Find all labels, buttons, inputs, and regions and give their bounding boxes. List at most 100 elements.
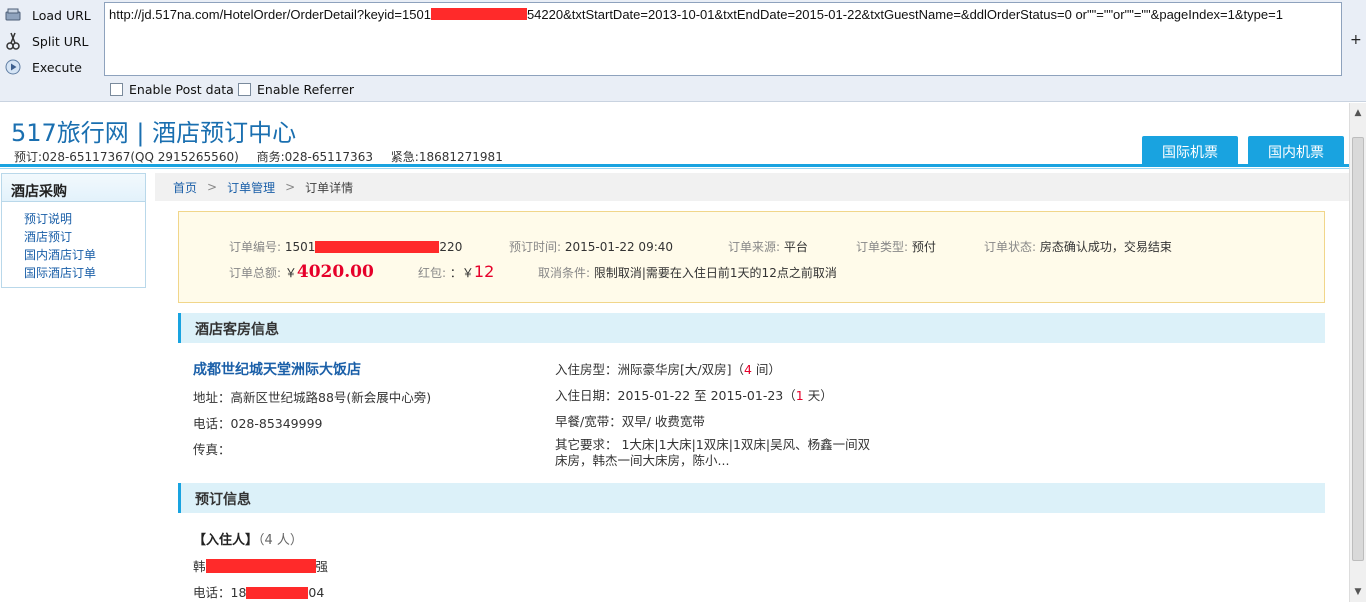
scissors-icon	[4, 32, 22, 50]
scroll-down-icon[interactable]: ▼	[1350, 584, 1366, 600]
red-packet-label: 红包:	[418, 266, 447, 280]
guest-name: 韩强	[193, 556, 328, 575]
url-expand-icon[interactable]: +	[1350, 32, 1362, 48]
order-time-value: 2015-01-22 09:40	[564, 240, 674, 254]
nights-unit: 天）	[803, 388, 833, 403]
order-total: 订单总额: ￥4020.00	[229, 262, 374, 282]
hotel-address: 地址：高新区世纪城路88号(新会展中心旁)	[193, 390, 432, 405]
order-number-redaction	[315, 241, 440, 253]
order-total-value: 4020.00	[296, 262, 374, 282]
header-divider	[0, 164, 1349, 167]
sidebar-item-hotel-booking[interactable]: 酒店预订	[24, 228, 145, 246]
guests-count: （4 人）	[258, 533, 303, 548]
sidebar-item-booking-guide[interactable]: 预订说明	[24, 210, 145, 228]
red-packet-value: 12	[473, 262, 495, 281]
breadcrumb: 首页 > 订单管理 > 订单详情	[155, 173, 1349, 201]
nights-count: 1	[795, 388, 804, 403]
checkin-range: 2015-01-22 至 2015-01-23（	[617, 388, 796, 403]
referrer-checkbox-box[interactable]	[238, 83, 251, 96]
referrer-checkbox-label: Enable Referrer	[257, 82, 355, 97]
order-number-label: 订单编号:	[229, 240, 282, 254]
room-type-label: 入住房型：	[555, 362, 618, 377]
web-page: 517旅行网 | 酒店预订中心 预订:028-65117367(QQ 29152…	[0, 103, 1349, 602]
execute-label: Execute	[32, 59, 82, 75]
checkin-label: 入住日期：	[555, 388, 618, 403]
load-url-icon	[4, 6, 22, 24]
order-source: 订单来源: 平台	[728, 238, 808, 255]
sidebar-item-domestic-orders[interactable]: 国内酒店订单	[24, 246, 145, 264]
order-summary: 订单编号: 1501 220 预订时间: 2015-01-22 09:40 订单来…	[178, 211, 1325, 303]
vertical-scrollbar[interactable]: ▲ ▼	[1349, 103, 1366, 602]
sidebar-title: 酒店采购	[2, 174, 145, 202]
scrollbar-thumb[interactable]	[1352, 137, 1364, 561]
guests-label: 【入住人】	[193, 533, 259, 548]
order-total-currency: ￥	[284, 266, 297, 280]
header-divider-light	[0, 168, 1349, 169]
guest-name-redaction	[205, 559, 316, 573]
sidebar: 酒店采购 预订说明 酒店预订 国内酒店订单 国际酒店订单	[1, 173, 146, 288]
order-source-label: 订单来源:	[728, 240, 781, 254]
section-hotel-room-info: 酒店客房信息	[178, 313, 1325, 343]
order-type-value: 预付	[911, 240, 936, 254]
hotel-fax: 传真：	[193, 442, 231, 457]
guests-heading: 【入住人】（4 人）	[193, 529, 303, 548]
order-number: 订单编号: 1501 220	[229, 238, 462, 255]
red-packet: 红包: ：￥12	[418, 262, 494, 281]
hotel-phone: 电话：028-85349999	[193, 416, 323, 431]
guest-phone-prefix: 电话：18	[193, 585, 247, 600]
load-url-button[interactable]: Load URL	[4, 4, 100, 26]
url-redaction	[430, 8, 527, 20]
contact-emergency: 紧急:18681271981	[390, 150, 503, 164]
cancel-condition: 取消条件: 限制取消|需要在入住日前1天的12点之前取消	[538, 264, 837, 281]
url-textarea[interactable]: http://jd.517na.com/HotelOrder/OrderDeta…	[104, 2, 1342, 76]
room-type: 入住房型：洲际豪华房[大/双房]（4 间）	[555, 359, 781, 378]
url-text-end: 54220&txtStartDate=2013-10-01&txtEndDate…	[526, 7, 1283, 22]
enable-referrer-checkbox[interactable]: Enable Referrer	[238, 82, 354, 97]
sidebar-item-international-orders[interactable]: 国际酒店订单	[24, 264, 145, 282]
site-brand: 517旅行网 | 酒店预订中心	[11, 119, 297, 147]
play-icon	[4, 58, 22, 76]
order-number-prefix: 1501	[284, 240, 316, 254]
guest-name-suffix: 强	[315, 559, 329, 574]
contact-line: 预订:028-65117367(QQ 2915265560) 商务:028-65…	[14, 148, 517, 165]
sidebar-menu: 预订说明 酒店预订 国内酒店订单 国际酒店订单	[2, 202, 145, 282]
order-status-label: 订单状态:	[984, 240, 1037, 254]
order-type: 订单类型: 预付	[856, 238, 936, 255]
post-checkbox-box[interactable]	[110, 83, 123, 96]
breadcrumb-orders[interactable]: 订单管理	[227, 179, 275, 196]
cancel-condition-label: 取消条件:	[538, 266, 591, 280]
url-text-start: http://jd.517na.com/HotelOrder/OrderDeta…	[109, 7, 431, 22]
checkin-dates: 入住日期：2015-01-22 至 2015-01-23（1 天）	[555, 385, 833, 404]
section-booking-info: 预订信息	[178, 483, 1325, 513]
order-number-suffix: 220	[439, 240, 463, 254]
breadcrumb-current: 订单详情	[305, 180, 354, 195]
order-status-value: 房态确认成功，交易结束	[1039, 240, 1172, 254]
order-time: 预订时间: 2015-01-22 09:40	[509, 238, 673, 255]
guest-phone-suffix: 04	[308, 585, 325, 600]
other-requirements: 其它要求： 1大床|1大床|1双床|1双床|吴风、杨鑫一间双床房，韩杰一间大床房…	[555, 437, 871, 468]
tab-international-flights[interactable]: 国际机票	[1142, 136, 1238, 164]
breadcrumb-separator: >	[285, 180, 296, 194]
enable-post-checkbox[interactable]: Enable Post data	[110, 82, 234, 97]
guest-phone: 电话：18 04	[193, 582, 324, 601]
room-count: 4	[743, 362, 752, 377]
breadcrumb-separator: >	[207, 180, 218, 194]
tab-domestic-flights[interactable]: 国内机票	[1248, 136, 1344, 164]
hackbar-toolbar: Load URL Split URL Execute http://jd.517…	[0, 0, 1366, 102]
execute-button[interactable]: Execute	[4, 56, 100, 78]
red-packet-currency: ：￥	[449, 266, 474, 280]
order-total-label: 订单总额:	[229, 266, 282, 280]
room-type-value: 洲际豪华房[大/双房]（	[617, 362, 744, 377]
post-checkbox-label: Enable Post data	[129, 82, 234, 97]
split-url-label: Split URL	[32, 33, 89, 49]
guest-phone-redaction	[246, 587, 309, 599]
load-url-label: Load URL	[32, 7, 91, 23]
hotel-name-link[interactable]: 成都世纪城天堂洲际大饭店	[193, 359, 361, 379]
breadcrumb-home[interactable]: 首页	[173, 179, 197, 196]
split-url-button[interactable]: Split URL	[4, 30, 100, 52]
contact-business: 商务:028-65117363	[256, 150, 373, 164]
scroll-up-icon[interactable]: ▲	[1350, 105, 1366, 121]
meal-broadband: 早餐/宽带：双早/ 收费宽带	[555, 414, 705, 429]
order-time-label: 预订时间:	[509, 240, 562, 254]
contact-booking: 预订:028-65117367(QQ 2915265560)	[14, 150, 239, 164]
